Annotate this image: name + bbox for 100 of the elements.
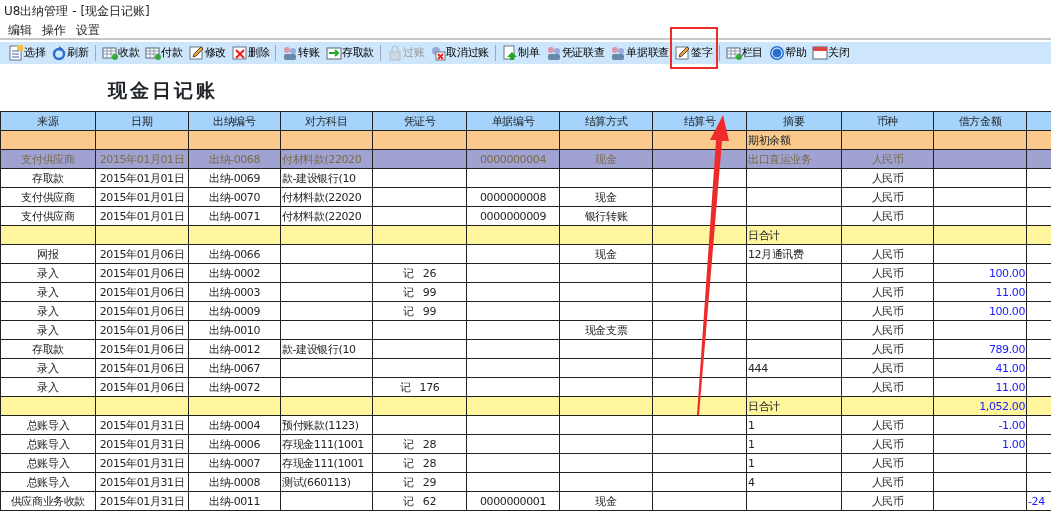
window-title: U8出纳管理 - [现金日记账] (3, 3, 151, 20)
table-cell: 支付供应商 (0, 187, 96, 207)
table-cell: 人民币 (841, 415, 934, 435)
table-cell: 人民币 (841, 358, 934, 378)
table-cell: 1 (746, 453, 842, 473)
table-cell: 总账导入 (0, 434, 96, 454)
table-cell: 付材料款(22020 (280, 206, 373, 226)
table-cell: 记 99 (372, 282, 467, 302)
menu-item[interactable]: 设置 (76, 21, 100, 38)
table-cell: 出纳-0071 (188, 206, 281, 226)
table-cell: 付材料款(22020 (280, 187, 373, 207)
table-cell: 总账导入 (0, 415, 96, 435)
table-cell: 人民币 (841, 263, 934, 283)
toolbar-button[interactable]: 凭证联查 (545, 44, 605, 62)
column-header[interactable]: 对方科目 (280, 111, 373, 131)
table-cell: 2015年01月31日 (95, 453, 189, 473)
column-header[interactable]: 单据编号 (466, 111, 560, 131)
table-cell: 4 (746, 472, 842, 492)
table-cell: 人民币 (841, 301, 934, 321)
toolbar-button[interactable]: 付款 (145, 44, 183, 62)
column-header[interactable]: 来源 (0, 111, 96, 131)
toolbar-button[interactable]: 签字 (675, 44, 713, 62)
table-cell: 出纳-0002 (188, 263, 281, 283)
table-cell: 2015年01月31日 (95, 434, 189, 454)
toolbar-button[interactable]: 收款 (101, 44, 140, 62)
column-header[interactable]: 结算号 (652, 111, 747, 131)
table-cell: 存现金111(1001 (280, 453, 373, 473)
table-cell: 录入 (0, 320, 96, 340)
table-cell: 记 99 (372, 301, 467, 321)
column-header[interactable]: 摘要 (746, 111, 842, 131)
table-cell: 记 62 (372, 491, 467, 511)
toolbar-button[interactable]: 转账 (282, 44, 320, 62)
table-cell: 出纳-0070 (188, 187, 281, 207)
toolbar-button[interactable]: 栏目 (725, 44, 763, 62)
table-cell: 人民币 (841, 339, 934, 359)
toolbar-button[interactable]: 删除 (232, 44, 270, 62)
table-cell: 记 28 (372, 434, 467, 454)
table-cell: 2015年01月01日 (95, 206, 189, 226)
table-cell: 12月通讯费 (746, 244, 842, 264)
table-cell: 录入 (0, 358, 96, 378)
toolbar-button[interactable]: 关闭 (812, 44, 850, 62)
table-cell: 2015年01月06日 (95, 339, 189, 359)
column-header[interactable]: 借方金额 (933, 111, 1027, 131)
table-cell: 录入 (0, 263, 96, 283)
table-cell: 2015年01月31日 (95, 472, 189, 492)
toolbar-button[interactable]: 刷新 (51, 44, 89, 62)
table-cell: 0000000001 (466, 491, 560, 511)
table-cell: 出纳-0012 (188, 339, 281, 359)
table-cell: 录入 (0, 301, 96, 321)
table-cell: 现金 (559, 491, 653, 511)
column-header[interactable]: 凭证号 (372, 111, 467, 131)
table-cell: 人民币 (841, 434, 934, 454)
table-cell: 网报 (0, 244, 96, 264)
table-cell: 银行转账 (559, 206, 653, 226)
table-cell: 人民币 (841, 377, 934, 397)
table-cell: 2015年01月31日 (95, 491, 189, 511)
table-cell: 记 26 (372, 263, 467, 283)
column-header[interactable]: 出纳编号 (188, 111, 281, 131)
toolbar-button[interactable]: 存取款 (325, 44, 374, 62)
table-cell: 录入 (0, 282, 96, 302)
table-cell: 人民币 (841, 206, 934, 226)
toolbar-button[interactable]: 选择 (8, 44, 46, 62)
column-header[interactable]: 结算方式 (559, 111, 653, 131)
table-cell: 出纳-0067 (188, 358, 281, 378)
menu-item[interactable]: 编辑 (8, 21, 32, 38)
table-cell: 人民币 (841, 168, 934, 188)
table-cell: 出纳-0011 (188, 491, 281, 511)
table-cell: 供应商业务收款 (0, 491, 96, 511)
report-title: 现金日记账 (108, 79, 218, 101)
table-cell: 出纳-0007 (188, 453, 281, 473)
table-cell: 100.00 (933, 263, 1027, 283)
toolbar-button[interactable]: 取消过账 (430, 44, 490, 62)
table-cell: 记 29 (372, 472, 467, 492)
table-cell: 1.00 (933, 434, 1027, 454)
table-cell: 款-建设银行(10 (280, 168, 373, 188)
table-cell: 总账导入 (0, 472, 96, 492)
table-cell: 存取款 (0, 339, 96, 359)
toolbar-button[interactable]: 修改 (188, 44, 227, 62)
table-cell: 2015年01月06日 (95, 263, 189, 283)
table-cell: 人民币 (841, 282, 934, 302)
column-header[interactable]: 日期 (95, 111, 189, 131)
table-cell: 录入 (0, 377, 96, 397)
table-cell: 2015年01月01日 (95, 187, 189, 207)
column-header[interactable]: 币种 (841, 111, 934, 131)
table-cell: 100.00 (933, 301, 1027, 321)
menu-item[interactable]: 操作 (42, 21, 66, 38)
table-cell: 0000000008 (466, 187, 560, 207)
toolbar-button[interactable]: 制单 (502, 44, 540, 62)
table-cell: 人民币 (841, 187, 934, 207)
toolbar-button[interactable]: 帮助 (769, 44, 807, 62)
table-cell: 2015年01月06日 (95, 244, 189, 264)
table-cell: 11.00 (933, 282, 1027, 302)
table-cell: 出纳-0008 (188, 472, 281, 492)
table-cell: 41.00 (933, 358, 1027, 378)
table-cell: 1 (746, 434, 842, 454)
toolbar-button[interactable]: 单据联查 (610, 44, 670, 62)
table-cell: 出纳-0009 (188, 301, 281, 321)
table-cell: 11.00 (933, 377, 1027, 397)
table-cell: 人民币 (841, 491, 934, 511)
table-cell: 人民币 (841, 320, 934, 340)
